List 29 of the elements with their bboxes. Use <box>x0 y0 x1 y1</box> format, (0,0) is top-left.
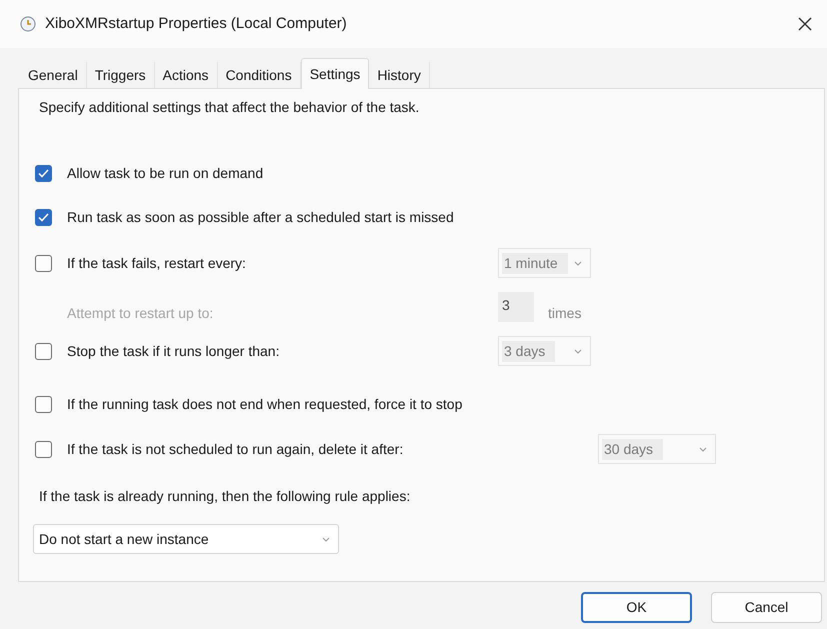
caret-icon <box>574 260 582 266</box>
caret-icon <box>322 536 330 542</box>
unit-label: times <box>548 304 582 322</box>
checkbox[interactable] <box>35 208 52 226</box>
window-title: XiboXMRstartup Properties (Local Computer) <box>45 14 347 34</box>
caret-icon <box>574 348 582 354</box>
rule-label: If the task is already running, then the following rule applies: <box>39 486 410 506</box>
tab[interactable]: Settings <box>300 58 370 89</box>
checkmark-icon <box>38 212 49 222</box>
option-label: Run task as soon as possible after a scheduled start is missed <box>67 208 454 227</box>
description-text: Specify additional settings that affect the behavior of the task. <box>38 98 420 117</box>
dialog-button[interactable]: Cancel <box>711 592 822 623</box>
dropdown[interactable]: Do not start a new instance <box>33 524 339 554</box>
option-label: If the task fails, restart every: <box>67 254 246 273</box>
checkbox[interactable] <box>35 254 52 272</box>
option-label: Stop the task if it runs longer than: <box>67 342 280 361</box>
dialog-button[interactable]: OK <box>581 592 692 623</box>
checkbox[interactable] <box>35 396 52 412</box>
close-icon <box>798 17 812 31</box>
option-label: If the running task does not end when requested, force it to stop <box>67 394 462 414</box>
checkmark-icon <box>38 168 49 178</box>
option-label: Allow task to be run on demand <box>67 164 264 182</box>
option-label: If the task is not scheduled to run again, delete it after: <box>67 440 404 459</box>
checkbox[interactable] <box>35 440 52 458</box>
checkbox[interactable] <box>35 164 52 182</box>
checkbox[interactable] <box>35 342 52 360</box>
caret-icon <box>699 446 707 452</box>
option-label: Attempt to restart up to: <box>67 304 214 323</box>
clock-icon <box>20 16 36 32</box>
